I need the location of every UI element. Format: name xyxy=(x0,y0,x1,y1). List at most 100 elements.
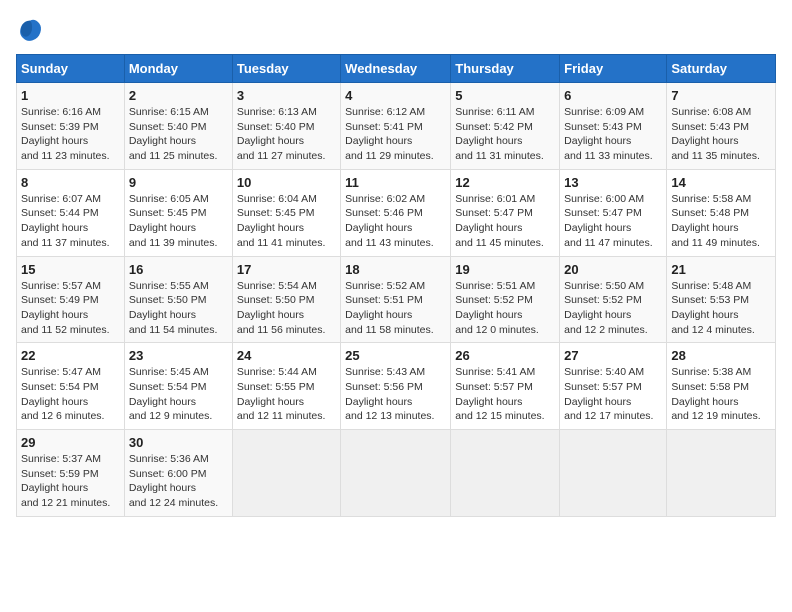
weekday-header: Sunday xyxy=(17,55,125,83)
day-info: Sunrise: 5:45 AM Sunset: 5:54 PM Dayligh… xyxy=(129,365,228,424)
calendar-cell xyxy=(232,430,340,517)
day-number: 11 xyxy=(345,175,446,190)
calendar-week-row: 29 Sunrise: 5:37 AM Sunset: 5:59 PM Dayl… xyxy=(17,430,776,517)
day-number: 27 xyxy=(564,348,662,363)
day-number: 2 xyxy=(129,88,228,103)
calendar-cell: 4 Sunrise: 6:12 AM Sunset: 5:41 PM Dayli… xyxy=(341,83,451,170)
day-info: Sunrise: 6:08 AM Sunset: 5:43 PM Dayligh… xyxy=(671,105,771,164)
logo-icon xyxy=(16,16,44,44)
day-info: Sunrise: 5:38 AM Sunset: 5:58 PM Dayligh… xyxy=(671,365,771,424)
day-number: 24 xyxy=(237,348,336,363)
calendar-cell xyxy=(451,430,560,517)
calendar-cell: 5 Sunrise: 6:11 AM Sunset: 5:42 PM Dayli… xyxy=(451,83,560,170)
day-info: Sunrise: 6:15 AM Sunset: 5:40 PM Dayligh… xyxy=(129,105,228,164)
day-number: 8 xyxy=(21,175,120,190)
calendar-cell: 17 Sunrise: 5:54 AM Sunset: 5:50 PM Dayl… xyxy=(232,256,340,343)
calendar-cell: 23 Sunrise: 5:45 AM Sunset: 5:54 PM Dayl… xyxy=(124,343,232,430)
calendar-cell: 27 Sunrise: 5:40 AM Sunset: 5:57 PM Dayl… xyxy=(560,343,667,430)
calendar-cell: 7 Sunrise: 6:08 AM Sunset: 5:43 PM Dayli… xyxy=(667,83,776,170)
calendar-cell: 25 Sunrise: 5:43 AM Sunset: 5:56 PM Dayl… xyxy=(341,343,451,430)
calendar-cell: 8 Sunrise: 6:07 AM Sunset: 5:44 PM Dayli… xyxy=(17,169,125,256)
day-info: Sunrise: 6:13 AM Sunset: 5:40 PM Dayligh… xyxy=(237,105,336,164)
calendar-cell xyxy=(341,430,451,517)
calendar-week-row: 22 Sunrise: 5:47 AM Sunset: 5:54 PM Dayl… xyxy=(17,343,776,430)
calendar-cell: 30 Sunrise: 5:36 AM Sunset: 6:00 PM Dayl… xyxy=(124,430,232,517)
day-number: 19 xyxy=(455,262,555,277)
calendar-cell: 2 Sunrise: 6:15 AM Sunset: 5:40 PM Dayli… xyxy=(124,83,232,170)
page-header xyxy=(16,16,776,44)
day-info: Sunrise: 6:05 AM Sunset: 5:45 PM Dayligh… xyxy=(129,192,228,251)
day-info: Sunrise: 6:11 AM Sunset: 5:42 PM Dayligh… xyxy=(455,105,555,164)
day-number: 28 xyxy=(671,348,771,363)
day-info: Sunrise: 6:02 AM Sunset: 5:46 PM Dayligh… xyxy=(345,192,446,251)
day-number: 5 xyxy=(455,88,555,103)
calendar-cell: 28 Sunrise: 5:38 AM Sunset: 5:58 PM Dayl… xyxy=(667,343,776,430)
calendar-cell: 18 Sunrise: 5:52 AM Sunset: 5:51 PM Dayl… xyxy=(341,256,451,343)
calendar-cell xyxy=(667,430,776,517)
calendar-cell: 29 Sunrise: 5:37 AM Sunset: 5:59 PM Dayl… xyxy=(17,430,125,517)
calendar-cell: 10 Sunrise: 6:04 AM Sunset: 5:45 PM Dayl… xyxy=(232,169,340,256)
calendar-cell: 24 Sunrise: 5:44 AM Sunset: 5:55 PM Dayl… xyxy=(232,343,340,430)
day-number: 26 xyxy=(455,348,555,363)
day-number: 29 xyxy=(21,435,120,450)
day-info: Sunrise: 5:47 AM Sunset: 5:54 PM Dayligh… xyxy=(21,365,120,424)
calendar-cell: 22 Sunrise: 5:47 AM Sunset: 5:54 PM Dayl… xyxy=(17,343,125,430)
day-number: 23 xyxy=(129,348,228,363)
day-info: Sunrise: 6:04 AM Sunset: 5:45 PM Dayligh… xyxy=(237,192,336,251)
calendar-cell: 15 Sunrise: 5:57 AM Sunset: 5:49 PM Dayl… xyxy=(17,256,125,343)
calendar-table: SundayMondayTuesdayWednesdayThursdayFrid… xyxy=(16,54,776,517)
calendar-cell: 11 Sunrise: 6:02 AM Sunset: 5:46 PM Dayl… xyxy=(341,169,451,256)
calendar-cell: 1 Sunrise: 6:16 AM Sunset: 5:39 PM Dayli… xyxy=(17,83,125,170)
calendar-cell xyxy=(560,430,667,517)
logo xyxy=(16,16,48,44)
day-info: Sunrise: 5:48 AM Sunset: 5:53 PM Dayligh… xyxy=(671,279,771,338)
day-info: Sunrise: 5:40 AM Sunset: 5:57 PM Dayligh… xyxy=(564,365,662,424)
calendar-cell: 12 Sunrise: 6:01 AM Sunset: 5:47 PM Dayl… xyxy=(451,169,560,256)
day-number: 18 xyxy=(345,262,446,277)
day-number: 12 xyxy=(455,175,555,190)
day-info: Sunrise: 5:55 AM Sunset: 5:50 PM Dayligh… xyxy=(129,279,228,338)
day-number: 6 xyxy=(564,88,662,103)
day-info: Sunrise: 5:57 AM Sunset: 5:49 PM Dayligh… xyxy=(21,279,120,338)
day-info: Sunrise: 6:12 AM Sunset: 5:41 PM Dayligh… xyxy=(345,105,446,164)
day-info: Sunrise: 6:09 AM Sunset: 5:43 PM Dayligh… xyxy=(564,105,662,164)
weekday-header: Wednesday xyxy=(341,55,451,83)
calendar-cell: 3 Sunrise: 6:13 AM Sunset: 5:40 PM Dayli… xyxy=(232,83,340,170)
calendar-cell: 21 Sunrise: 5:48 AM Sunset: 5:53 PM Dayl… xyxy=(667,256,776,343)
calendar-cell: 14 Sunrise: 5:58 AM Sunset: 5:48 PM Dayl… xyxy=(667,169,776,256)
day-info: Sunrise: 5:51 AM Sunset: 5:52 PM Dayligh… xyxy=(455,279,555,338)
calendar-header: SundayMondayTuesdayWednesdayThursdayFrid… xyxy=(17,55,776,83)
day-info: Sunrise: 5:58 AM Sunset: 5:48 PM Dayligh… xyxy=(671,192,771,251)
day-info: Sunrise: 5:54 AM Sunset: 5:50 PM Dayligh… xyxy=(237,279,336,338)
day-info: Sunrise: 6:16 AM Sunset: 5:39 PM Dayligh… xyxy=(21,105,120,164)
day-number: 30 xyxy=(129,435,228,450)
day-info: Sunrise: 5:36 AM Sunset: 6:00 PM Dayligh… xyxy=(129,452,228,511)
day-info: Sunrise: 5:43 AM Sunset: 5:56 PM Dayligh… xyxy=(345,365,446,424)
calendar-cell: 9 Sunrise: 6:05 AM Sunset: 5:45 PM Dayli… xyxy=(124,169,232,256)
day-info: Sunrise: 6:01 AM Sunset: 5:47 PM Dayligh… xyxy=(455,192,555,251)
day-number: 3 xyxy=(237,88,336,103)
day-number: 13 xyxy=(564,175,662,190)
weekday-header: Tuesday xyxy=(232,55,340,83)
day-number: 4 xyxy=(345,88,446,103)
day-number: 21 xyxy=(671,262,771,277)
calendar-cell: 16 Sunrise: 5:55 AM Sunset: 5:50 PM Dayl… xyxy=(124,256,232,343)
day-number: 15 xyxy=(21,262,120,277)
calendar-cell: 20 Sunrise: 5:50 AM Sunset: 5:52 PM Dayl… xyxy=(560,256,667,343)
calendar-cell: 6 Sunrise: 6:09 AM Sunset: 5:43 PM Dayli… xyxy=(560,83,667,170)
weekday-header: Saturday xyxy=(667,55,776,83)
calendar-cell: 26 Sunrise: 5:41 AM Sunset: 5:57 PM Dayl… xyxy=(451,343,560,430)
weekday-header: Friday xyxy=(560,55,667,83)
day-number: 9 xyxy=(129,175,228,190)
weekday-header: Thursday xyxy=(451,55,560,83)
day-number: 14 xyxy=(671,175,771,190)
calendar-week-row: 1 Sunrise: 6:16 AM Sunset: 5:39 PM Dayli… xyxy=(17,83,776,170)
day-number: 10 xyxy=(237,175,336,190)
day-info: Sunrise: 5:37 AM Sunset: 5:59 PM Dayligh… xyxy=(21,452,120,511)
day-number: 25 xyxy=(345,348,446,363)
day-info: Sunrise: 5:50 AM Sunset: 5:52 PM Dayligh… xyxy=(564,279,662,338)
calendar-week-row: 15 Sunrise: 5:57 AM Sunset: 5:49 PM Dayl… xyxy=(17,256,776,343)
calendar-week-row: 8 Sunrise: 6:07 AM Sunset: 5:44 PM Dayli… xyxy=(17,169,776,256)
day-info: Sunrise: 6:07 AM Sunset: 5:44 PM Dayligh… xyxy=(21,192,120,251)
day-info: Sunrise: 5:44 AM Sunset: 5:55 PM Dayligh… xyxy=(237,365,336,424)
